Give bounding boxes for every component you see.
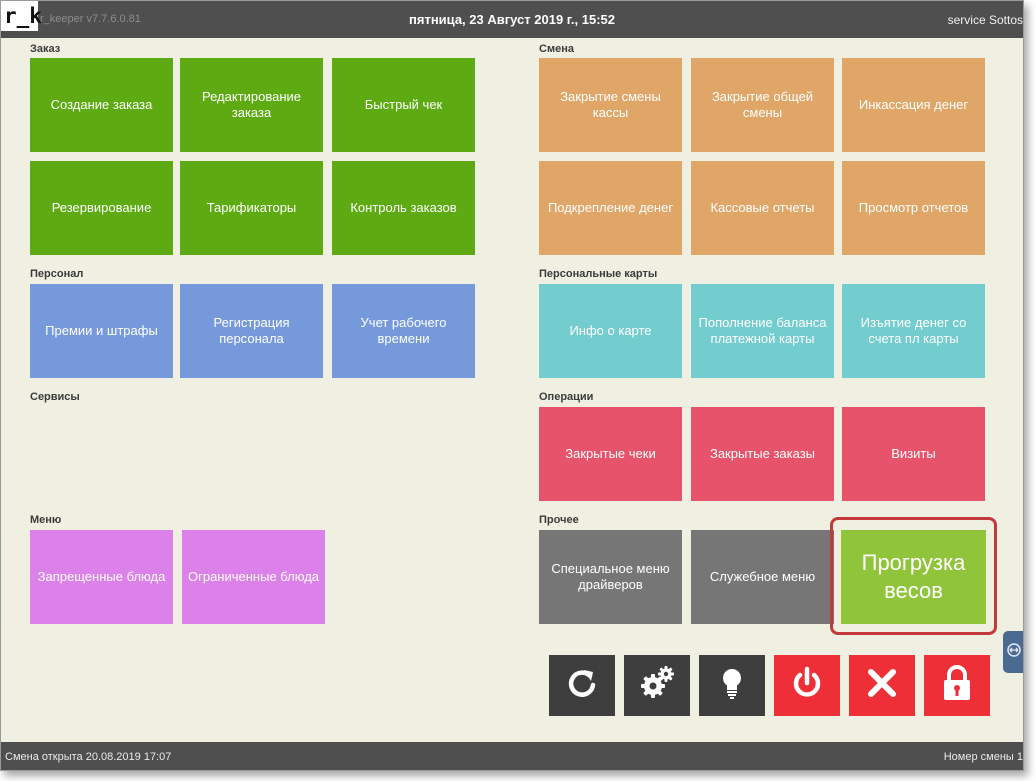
cash-reports-button[interactable]: Кассовые отчеты	[691, 161, 834, 255]
close-icon	[866, 667, 898, 704]
quick-check-button[interactable]: Быстрый чек	[332, 58, 475, 152]
time-tracking-button[interactable]: Учет рабочего времени	[332, 284, 475, 378]
swap-arrows-icon	[1007, 642, 1021, 662]
lock-button[interactable]	[924, 655, 990, 716]
bonuses-fines-button[interactable]: Премии и штрафы	[30, 284, 173, 378]
current-user: service Sottos	[947, 13, 1023, 27]
power-icon	[789, 665, 825, 706]
lightbulb-icon	[717, 665, 747, 706]
reservation-button[interactable]: Резервирование	[30, 161, 173, 255]
status-bar: Смена открыта 20.08.2019 17:07 Номер сме…	[1, 742, 1023, 770]
group-label-shift: Смена	[539, 43, 574, 55]
gears-icon	[637, 663, 677, 708]
settings-button[interactable]	[624, 655, 690, 716]
top-up-card-button[interactable]: Пополнение баланса платежной карты	[691, 284, 834, 378]
group-label-menu: Меню	[30, 514, 62, 526]
staff-registration-button[interactable]: Регистрация персонала	[180, 284, 323, 378]
close-cash-shift-button[interactable]: Закрытие смены кассы	[539, 58, 682, 152]
banned-dishes-button[interactable]: Запрещенные блюда	[30, 530, 173, 624]
close-common-shift-button[interactable]: Закрытие общей смены	[691, 58, 834, 152]
group-label-services: Сервисы	[30, 391, 80, 403]
closed-checks-button[interactable]: Закрытые чеки	[539, 407, 682, 501]
hint-button[interactable]	[699, 655, 765, 716]
service-menu-button[interactable]: Служебное меню	[691, 530, 834, 624]
withdraw-card-button[interactable]: Изъятие денег со счета пл карты	[842, 284, 985, 378]
edit-order-button[interactable]: Редактирование заказа	[180, 58, 323, 152]
tariffs-button[interactable]: Тарификаторы	[180, 161, 323, 255]
title-bar: r_k r_keeper v7.7.6.0.81 пятница, 23 Авг…	[1, 1, 1023, 38]
main-window: r_k r_keeper v7.7.6.0.81 пятница, 23 Авг…	[0, 0, 1024, 771]
current-datetime: пятница, 23 Август 2019 г., 15:52	[409, 12, 615, 27]
group-label-staff: Персонал	[30, 268, 84, 280]
side-panel-toggle[interactable]	[1003, 631, 1023, 673]
shift-open-status: Смена открыта 20.08.2019 17:07	[5, 751, 172, 763]
cash-collection-button[interactable]: Инкассация денег	[842, 58, 985, 152]
shift-number: Номер смены 1	[943, 751, 1023, 763]
highlight-frame	[830, 517, 997, 635]
view-reports-button[interactable]: Просмотр отчетов	[842, 161, 985, 255]
refresh-icon	[565, 666, 599, 705]
card-info-button[interactable]: Инфо о карте	[539, 284, 682, 378]
order-control-button[interactable]: Контроль заказов	[332, 161, 475, 255]
create-order-button[interactable]: Создание заказа	[30, 58, 173, 152]
power-button[interactable]	[774, 655, 840, 716]
cash-reinforcement-button[interactable]: Подкрепление денег	[539, 161, 682, 255]
group-label-other: Прочее	[539, 514, 579, 526]
group-label-operations: Операции	[539, 391, 594, 403]
close-button[interactable]	[849, 655, 915, 716]
limited-dishes-button[interactable]: Ограниченные блюда	[182, 530, 325, 624]
refresh-button[interactable]	[549, 655, 615, 716]
driver-menu-button[interactable]: Специальное меню драйверов	[539, 530, 682, 624]
lock-icon	[941, 664, 973, 707]
visits-button[interactable]: Визиты	[842, 407, 985, 501]
group-label-cards: Персональные карты	[539, 268, 658, 280]
group-label-order: Заказ	[30, 43, 61, 55]
closed-orders-button[interactable]: Закрытые заказы	[691, 407, 834, 501]
